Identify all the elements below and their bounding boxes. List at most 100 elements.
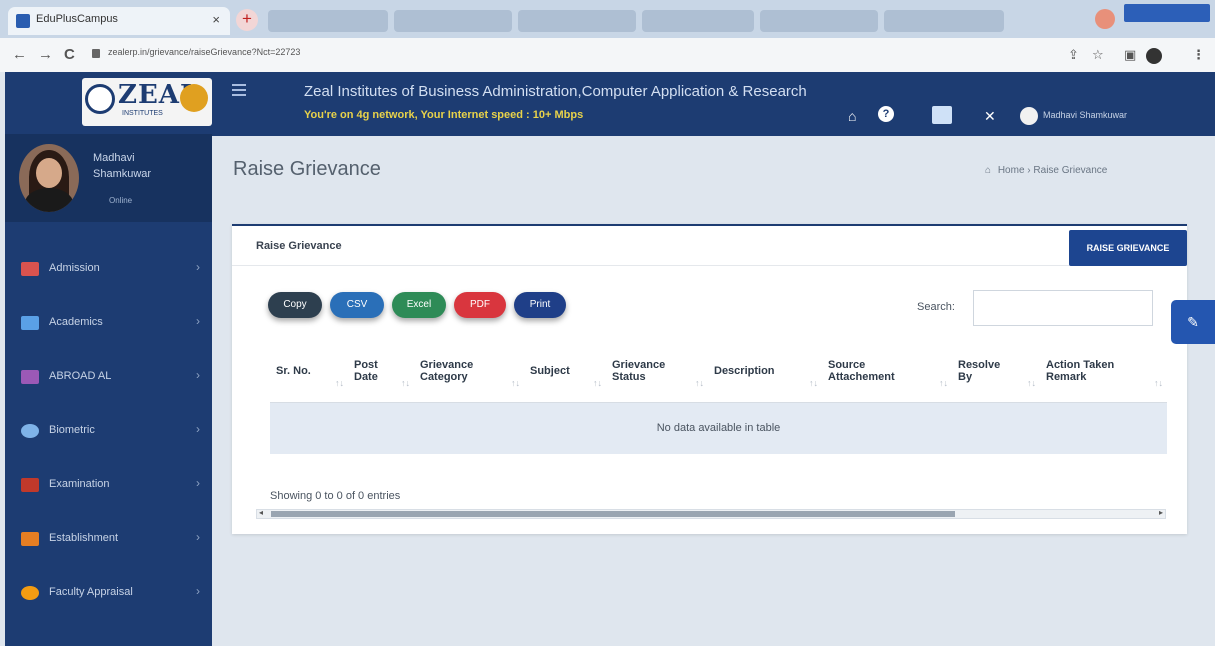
grievance-table: Sr. No. ↑↓ Post Date ↑↓ Grievance Category ↑↓… (270, 340, 1167, 454)
fingerprint-icon (21, 424, 39, 438)
sidebar-item-label: Biometric (49, 424, 95, 436)
sidebar-item-abroad[interactable]: ABROAD AL › (5, 356, 212, 396)
chart-line-icon (21, 316, 39, 330)
scroll-left-icon[interactable]: ◂ (259, 508, 263, 517)
column-header-sr-no[interactable]: Sr. No. ↑↓ (270, 340, 348, 403)
table-row: No data available in table (270, 402, 1167, 454)
breadcrumb-home-link[interactable]: Home (998, 165, 1025, 176)
users-icon (21, 532, 39, 546)
logo-subtext: INSTITUTES (122, 110, 163, 117)
chevron-right-icon: › (196, 314, 200, 328)
csv-button[interactable]: CSV (330, 292, 384, 318)
sort-icon: ↑↓ (335, 377, 344, 388)
hamburger-menu-icon[interactable] (232, 84, 246, 96)
column-header-subject[interactable]: Subject ↑↓ (524, 340, 606, 403)
sort-icon: ↑↓ (695, 377, 704, 388)
sidebar-item-label: Academics (49, 316, 103, 328)
lock-icon[interactable] (92, 49, 100, 58)
sidebar-item-label: Faculty Appraisal (49, 586, 133, 598)
empty-table-message: No data available in table (270, 402, 1167, 454)
close-icon[interactable]: ✕ (984, 108, 996, 125)
browser-tab-background[interactable] (518, 10, 636, 32)
bookmark-star-icon[interactable]: ☆ (1092, 47, 1104, 63)
settings-wrench-icon[interactable]: ✎ (1171, 300, 1215, 344)
zeal-logo[interactable]: ZEAL INSTITUTES (82, 78, 212, 126)
sidebar-item-establishment[interactable]: Establishment › (5, 518, 212, 558)
sidebar: ZEAL INSTITUTES Madhavi Shamkuwar Online… (5, 72, 212, 646)
site-favicon-icon (16, 14, 30, 28)
sort-icon: ↑↓ (511, 377, 520, 388)
tab-search-icon[interactable]: ▣ (1124, 47, 1136, 63)
help-icon[interactable]: ? (878, 106, 894, 122)
url-field[interactable]: zealerp.in/grievance/raiseGrievance?Nct=… (108, 47, 300, 57)
horizontal-scrollbar[interactable]: ◂ ▸ (256, 508, 1166, 519)
window-controls[interactable] (1124, 4, 1210, 22)
column-header-action-taken-remark[interactable]: Action Taken Remark ↑↓ (1040, 340, 1167, 403)
browser-tab-background[interactable] (268, 10, 388, 32)
search-label: Search: (917, 301, 955, 313)
print-button[interactable]: Print (514, 292, 566, 318)
card-header: Raise Grievance RAISE GRIEVANCE (232, 226, 1187, 266)
comment-icon (21, 586, 39, 600)
home-icon[interactable]: ⌂ (848, 108, 856, 124)
chat-icon[interactable] (932, 106, 952, 124)
breadcrumb-current: Raise Grievance (1033, 165, 1108, 176)
search-input[interactable] (973, 290, 1153, 326)
chevron-right-icon: › (196, 530, 200, 544)
user-menu[interactable]: Madhavi Shamkuwar (1043, 110, 1127, 120)
profile-status: Online (109, 196, 133, 205)
chevron-right-icon: › (196, 260, 200, 274)
card-title: Raise Grievance (256, 240, 342, 252)
sort-icon: ↑↓ (593, 377, 602, 388)
copy-button[interactable]: Copy (268, 292, 322, 318)
back-arrow-icon[interactable]: ← (12, 46, 27, 63)
browser-tab-active[interactable]: EduPlusCampus × (8, 7, 230, 35)
user-profile-panel: Madhavi Shamkuwar Online (5, 134, 212, 222)
new-tab-button[interactable]: + (236, 9, 258, 31)
reload-icon[interactable]: C (64, 46, 75, 63)
column-header-resolve-by[interactable]: Resolve By ↑↓ (952, 340, 1040, 403)
logo-badge-icon (180, 84, 208, 112)
browser-profile-icon[interactable] (1095, 9, 1115, 29)
chevron-right-icon: › (196, 584, 200, 598)
sidebar-item-admission[interactable]: Admission › (5, 248, 212, 288)
share-icon[interactable]: ⇪ (1068, 47, 1079, 63)
sidebar-item-label: Examination (49, 478, 110, 490)
column-header-source-attachement[interactable]: Source Attachement ↑↓ (822, 340, 952, 403)
sidebar-item-examination[interactable]: Examination › (5, 464, 212, 504)
sidebar-item-faculty-appraisal[interactable]: Faculty Appraisal › (5, 572, 212, 612)
column-header-grievance-category[interactable]: Grievance Category ↑↓ (414, 340, 524, 403)
browser-tab-bar: EduPlusCampus × + (0, 0, 1215, 38)
excel-button[interactable]: Excel (392, 292, 446, 318)
sort-icon: ↑↓ (1027, 377, 1036, 388)
grievance-card: Raise Grievance RAISE GRIEVANCE Copy CSV… (232, 224, 1187, 534)
pdf-button[interactable]: PDF (454, 292, 506, 318)
column-header-description[interactable]: Description ↑↓ (708, 340, 822, 403)
profile-last-name: Shamkuwar (93, 168, 152, 180)
browser-tab-background[interactable] (642, 10, 754, 32)
scrollbar-thumb[interactable] (271, 511, 955, 517)
tab-close-icon[interactable]: × (212, 12, 220, 27)
scroll-right-icon[interactable]: ▸ (1159, 508, 1163, 517)
column-header-post-date[interactable]: Post Date ↑↓ (348, 340, 414, 403)
building-columns-icon (21, 478, 39, 492)
browser-account-icon[interactable] (1146, 48, 1162, 64)
tab-title: EduPlusCampus (36, 13, 118, 25)
column-header-grievance-status[interactable]: Grievance Status ↑↓ (606, 340, 708, 403)
browser-address-bar: ← → C zealerp.in/grievance/raiseGrievanc… (0, 38, 1215, 72)
raise-grievance-button[interactable]: RAISE GRIEVANCE (1069, 230, 1187, 266)
browser-tab-background[interactable] (884, 10, 1004, 32)
user-avatar-icon[interactable] (1020, 107, 1038, 125)
sort-icon: ↑↓ (939, 377, 948, 388)
sidebar-item-biometric[interactable]: Biometric › (5, 410, 212, 450)
browser-tab-background[interactable] (394, 10, 512, 32)
browser-tab-background[interactable] (760, 10, 878, 32)
profile-first-name: Madhavi (93, 152, 135, 164)
forward-arrow-icon[interactable]: → (38, 46, 53, 63)
chevron-right-icon: › (196, 476, 200, 490)
home-icon: ⌂ (985, 165, 992, 176)
browser-menu-icon[interactable]: ⋮ (1192, 47, 1205, 63)
sidebar-item-academics[interactable]: Academics › (5, 302, 212, 342)
page-title: Raise Grievance (233, 158, 381, 180)
sidebar-item-label: Admission (49, 262, 100, 274)
